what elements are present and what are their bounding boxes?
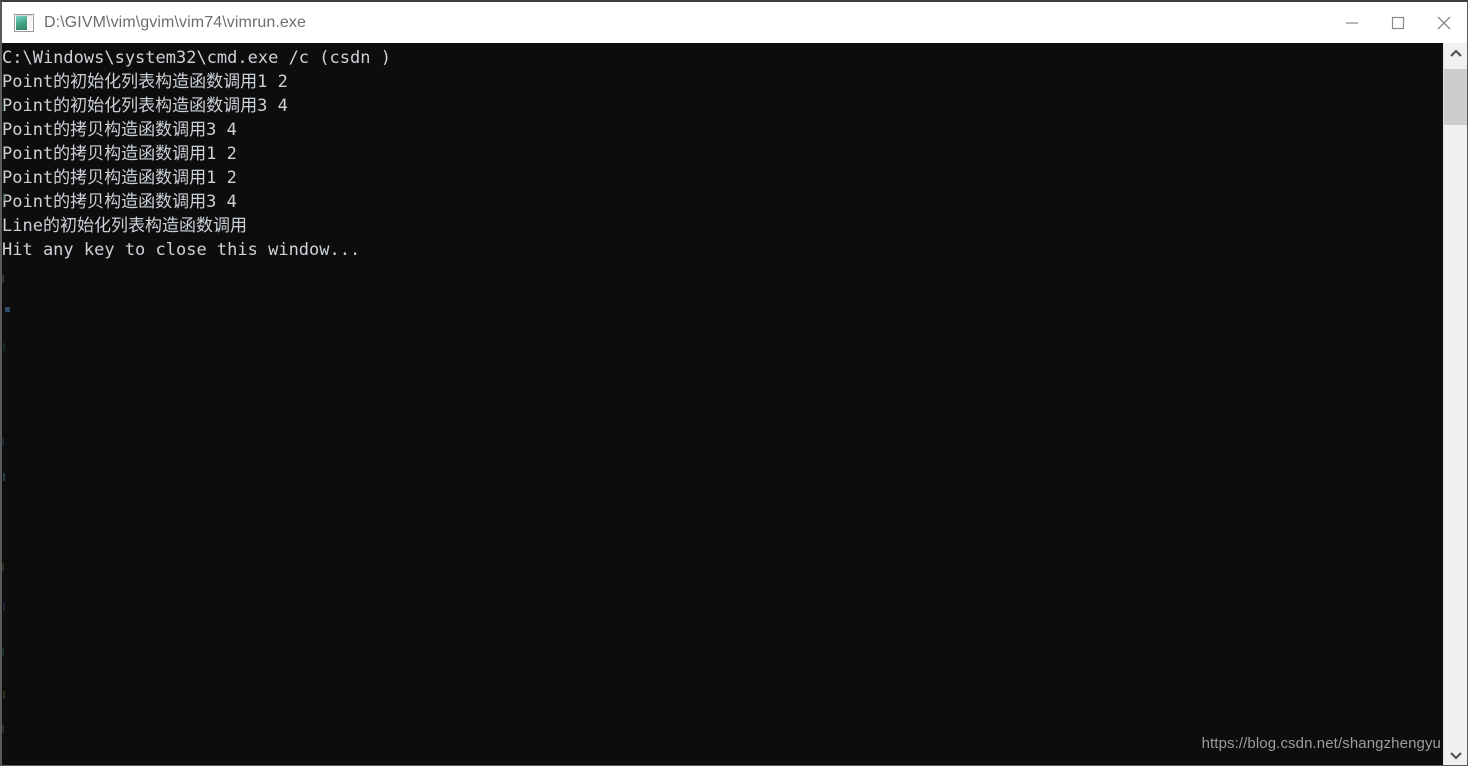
console-line: Point的拷贝构造函数调用3 4 bbox=[2, 120, 237, 140]
console-text: C:\Windows\system32\cmd.exe /c (csdn ) Po… bbox=[2, 46, 391, 262]
edge-artifact bbox=[3, 603, 5, 611]
edge-artifact bbox=[3, 473, 5, 481]
edge-artifact bbox=[2, 275, 4, 283]
maximize-icon bbox=[1391, 16, 1405, 29]
edge-artifact bbox=[3, 193, 5, 201]
title-bar[interactable]: D:\GIVM\vim\gvim\vim74\vimrun.exe bbox=[2, 2, 1467, 43]
close-button[interactable] bbox=[1421, 2, 1467, 43]
scroll-down-button[interactable] bbox=[1444, 744, 1467, 765]
scrollbar-thumb[interactable] bbox=[1444, 69, 1467, 125]
edge-artifact bbox=[2, 103, 4, 111]
console-output-area[interactable]: C:\Windows\system32\cmd.exe /c (csdn ) Po… bbox=[2, 43, 1443, 765]
scrollbar-track[interactable] bbox=[1444, 65, 1467, 744]
edge-artifact bbox=[2, 438, 4, 446]
watermark-text: https://blog.csdn.net/shangzhengyu bbox=[1201, 735, 1441, 752]
vertical-scrollbar[interactable] bbox=[1443, 43, 1467, 765]
console-line: Point的拷贝构造函数调用1 2 bbox=[2, 168, 237, 188]
edge-artifact bbox=[3, 691, 5, 699]
console-line: Line的初始化列表构造函数调用 bbox=[2, 216, 247, 236]
minimize-icon bbox=[1346, 21, 1358, 24]
scroll-up-button[interactable] bbox=[1444, 43, 1467, 65]
console-line: Point的初始化列表构造函数调用1 2 bbox=[2, 72, 288, 92]
edge-artifact bbox=[2, 563, 4, 571]
console-caret bbox=[5, 307, 10, 312]
chevron-down-icon bbox=[1449, 752, 1462, 760]
console-window: D:\GIVM\vim\gvim\vim74\vimrun.exe C:\Win… bbox=[0, 0, 1468, 766]
window-controls bbox=[1329, 2, 1467, 43]
chevron-up-icon bbox=[1449, 49, 1462, 57]
edge-artifact bbox=[2, 725, 4, 733]
minimize-button[interactable] bbox=[1329, 2, 1375, 43]
window-title: D:\GIVM\vim\gvim\vim74\vimrun.exe bbox=[44, 13, 307, 31]
console-line: C:\Windows\system32\cmd.exe /c (csdn ) bbox=[2, 48, 391, 68]
vimrun-app-icon bbox=[14, 13, 34, 32]
edge-artifact bbox=[3, 343, 5, 351]
console-line: Hit any key to close this window... bbox=[2, 240, 361, 260]
console-line: Point的初始化列表构造函数调用3 4 bbox=[2, 96, 288, 116]
console-line: Point的拷贝构造函数调用3 4 bbox=[2, 192, 237, 212]
edge-artifact bbox=[2, 648, 4, 656]
console-line: Point的拷贝构造函数调用1 2 bbox=[2, 144, 237, 164]
maximize-button[interactable] bbox=[1375, 2, 1421, 43]
close-icon bbox=[1437, 16, 1451, 29]
